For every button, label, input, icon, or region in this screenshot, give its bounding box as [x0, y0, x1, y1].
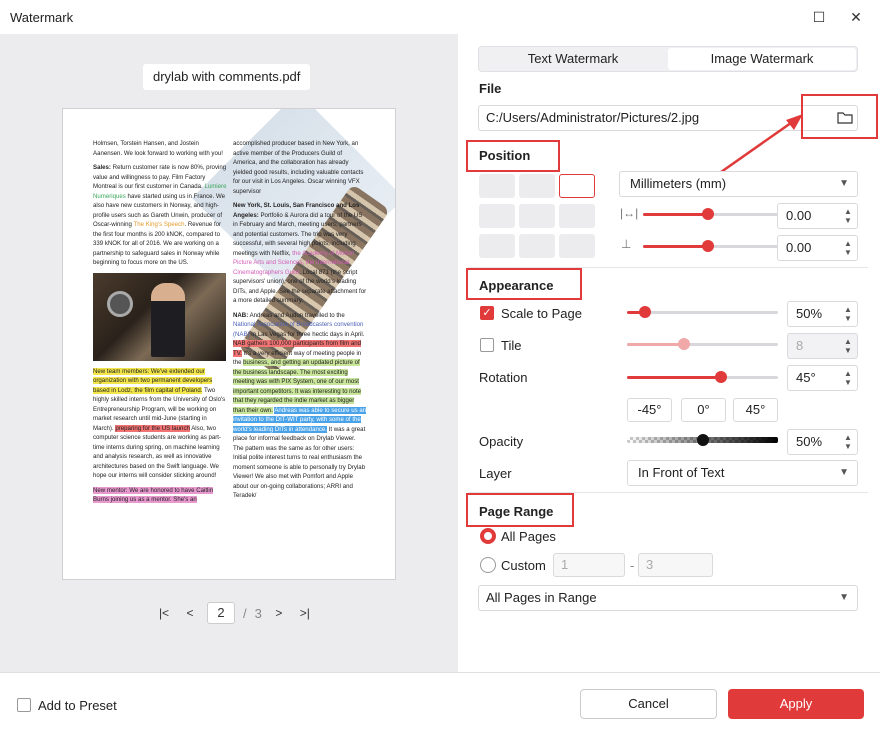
folder-icon[interactable] [837, 110, 853, 124]
close-icon[interactable]: ✕ [845, 6, 867, 28]
opacity-label: Opacity [479, 434, 524, 449]
page-separator: / [243, 605, 247, 621]
position-bottom-right[interactable] [559, 234, 595, 258]
opacity-slider[interactable] [627, 433, 778, 447]
window-title: Watermark [10, 9, 74, 25]
custom-to-input[interactable]: 3 [638, 553, 713, 577]
rotate-0-button[interactable]: 0° [681, 398, 726, 422]
doc-paragraph: accomplished producer based in New York,… [233, 140, 364, 195]
dialog-footer: Add to Preset Cancel Apply [0, 672, 880, 737]
stepper-icon[interactable]: ▲ ▼ [839, 366, 857, 390]
custom-from-input[interactable]: 1 [553, 553, 625, 577]
scale-input[interactable]: 50% ▲ ▼ [787, 301, 858, 327]
page-total: 3 [254, 605, 262, 621]
title-bar: Watermark ☐ ✕ [0, 0, 880, 34]
position-top-center[interactable] [519, 174, 555, 198]
horizontal-offset-icon: |↔| [620, 206, 639, 220]
next-page-icon[interactable]: > [270, 604, 288, 622]
last-page-icon[interactable]: >| [296, 604, 314, 622]
doc-paragraph: Holmsen, Torstein Hansen, and Jostein Aa… [93, 140, 223, 157]
maximize-icon[interactable]: ☐ [808, 6, 830, 28]
appearance-section-title: Appearance [479, 278, 554, 293]
microphone-icon [107, 290, 133, 317]
unit-select-value: Millimeters (mm) [630, 176, 727, 191]
watermark-dialog: Watermark ☐ ✕ drylab with comments.pdf H… [0, 0, 880, 737]
vertical-offset-icon: ⊥ [621, 237, 632, 251]
file-section-title: File [479, 81, 502, 96]
stepper-icon: ▲ ▼ [844, 337, 852, 355]
position-middle-left[interactable] [479, 204, 515, 228]
position-bottom-center[interactable] [519, 234, 555, 258]
doc-paragraph: New York, St. Louis, San Francisco and L… [233, 202, 367, 304]
doc-paragraph: New mentor: We are honored to have Caitl… [93, 486, 214, 503]
horizontal-offset-input[interactable]: 0.00 ▲ ▼ [777, 203, 858, 229]
custom-range-radio[interactable] [480, 557, 496, 573]
all-pages-radio[interactable] [480, 528, 496, 544]
doc-photo [93, 272, 226, 361]
settings-panel: Text Watermark Image Watermark File C:/U… [458, 34, 880, 672]
unit-select[interactable]: Millimeters (mm) ▼ [619, 171, 858, 197]
page-subset-value: All Pages in Range [486, 590, 597, 605]
stepper-icon[interactable]: ▲ ▼ [839, 302, 857, 326]
tile-input: 8 ▲ ▼ [787, 333, 858, 359]
prev-page-icon[interactable]: < [181, 604, 199, 622]
scale-to-page-label: Scale to Page [501, 306, 582, 321]
stepper-icon[interactable]: ▲ ▼ [839, 204, 857, 228]
doc-column-left: Holmsen, Torstein Hansen, and Jostein Aa… [93, 139, 227, 510]
layer-select[interactable]: In Front of Text ▼ [627, 460, 858, 486]
horizontal-offset-slider[interactable] [643, 207, 778, 221]
all-pages-label: All Pages [501, 529, 556, 544]
page-number-input[interactable]: 2 [207, 602, 235, 624]
vertical-offset-input[interactable]: 0.00 ▲ ▼ [777, 235, 858, 261]
position-bottom-left[interactable] [479, 234, 515, 258]
position-middle-right[interactable] [559, 204, 595, 228]
position-section-title: Position [479, 148, 531, 163]
custom-range-label: Custom [501, 558, 546, 573]
layer-label: Layer [479, 466, 512, 481]
preview-page: Holmsen, Torstein Hansen, and Jostein Aa… [62, 108, 396, 580]
preview-panel: drylab with comments.pdf Holmsen, Torste… [0, 34, 458, 672]
doc-paragraph: NAB: Andreas and Audun travelled to the … [233, 311, 367, 499]
apply-button[interactable]: Apply [728, 689, 864, 719]
doc-paragraph: New team members: We've extended our org… [93, 367, 226, 479]
chevron-down-icon: ▼ [839, 592, 849, 603]
layer-select-value: In Front of Text [638, 465, 725, 480]
first-page-icon[interactable]: |< [155, 604, 173, 622]
stepper-icon[interactable]: ▲ ▼ [839, 430, 857, 454]
page-range-section-title: Page Range [479, 504, 554, 519]
tile-label: Tile [501, 338, 522, 353]
rotation-input[interactable]: 45° ▲ ▼ [787, 365, 858, 391]
range-dash: - [630, 558, 635, 573]
tab-image-watermark[interactable]: Image Watermark [668, 48, 856, 70]
tab-text-watermark[interactable]: Text Watermark [479, 47, 667, 71]
person-figure [151, 282, 185, 357]
tile-checkbox[interactable] [480, 338, 494, 352]
doc-paragraph: Sales: Return customer rate is now 80%, … [93, 164, 227, 266]
doc-column-right: accomplished producer based in New York,… [233, 139, 367, 506]
page-navigator: |< < 2 / 3 > >| [155, 602, 314, 624]
rotate-45-button[interactable]: 45° [733, 398, 778, 422]
rotation-slider[interactable] [627, 370, 778, 384]
position-middle-center[interactable] [519, 204, 555, 228]
position-top-right[interactable] [559, 174, 595, 198]
add-to-preset-label: Add to Preset [38, 698, 117, 713]
add-to-preset-checkbox[interactable] [17, 698, 31, 712]
position-top-left[interactable] [479, 174, 515, 198]
watermark-type-tabs: Text Watermark Image Watermark [478, 46, 858, 72]
scale-slider[interactable] [627, 305, 778, 319]
scale-to-page-checkbox[interactable]: ✓ [480, 306, 494, 320]
opacity-input[interactable]: 50% ▲ ▼ [787, 429, 858, 455]
chevron-down-icon: ▼ [839, 467, 849, 478]
vertical-offset-slider[interactable] [643, 239, 778, 253]
preview-filename: drylab with comments.pdf [143, 64, 311, 90]
tile-slider [627, 337, 778, 351]
rotation-label: Rotation [479, 370, 528, 385]
chevron-down-icon: ▼ [839, 178, 849, 189]
rotate-minus-45-button[interactable]: -45° [627, 398, 672, 422]
page-subset-select[interactable]: All Pages in Range ▼ [478, 585, 858, 611]
stepper-icon[interactable]: ▲ ▼ [839, 236, 857, 260]
cancel-button[interactable]: Cancel [580, 689, 717, 719]
